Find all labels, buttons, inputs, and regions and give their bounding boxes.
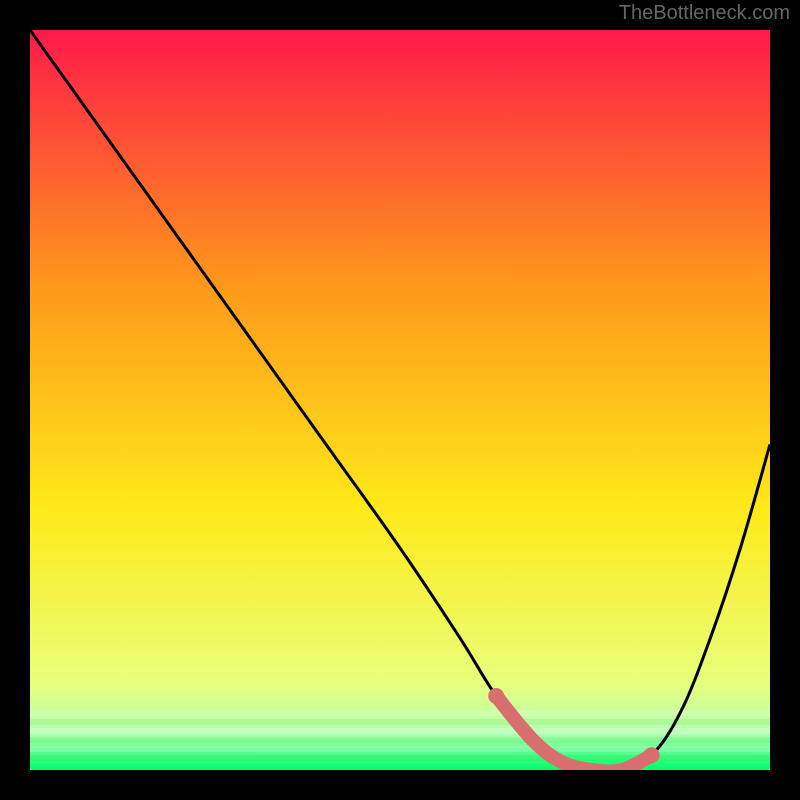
- band-stripe: [30, 737, 770, 743]
- band-stripe: [30, 710, 770, 716]
- highlight-endpoint: [644, 747, 660, 763]
- highlight-endpoint: [488, 688, 504, 704]
- band-stripe: [30, 728, 770, 734]
- chart-container: TheBottleneck.com: [0, 0, 800, 800]
- watermark-text: TheBottleneck.com: [619, 2, 790, 25]
- chart-svg: [30, 30, 770, 770]
- band-stripe: [30, 719, 770, 725]
- gradient-background: [30, 30, 770, 770]
- chart-plot-area: [30, 30, 770, 770]
